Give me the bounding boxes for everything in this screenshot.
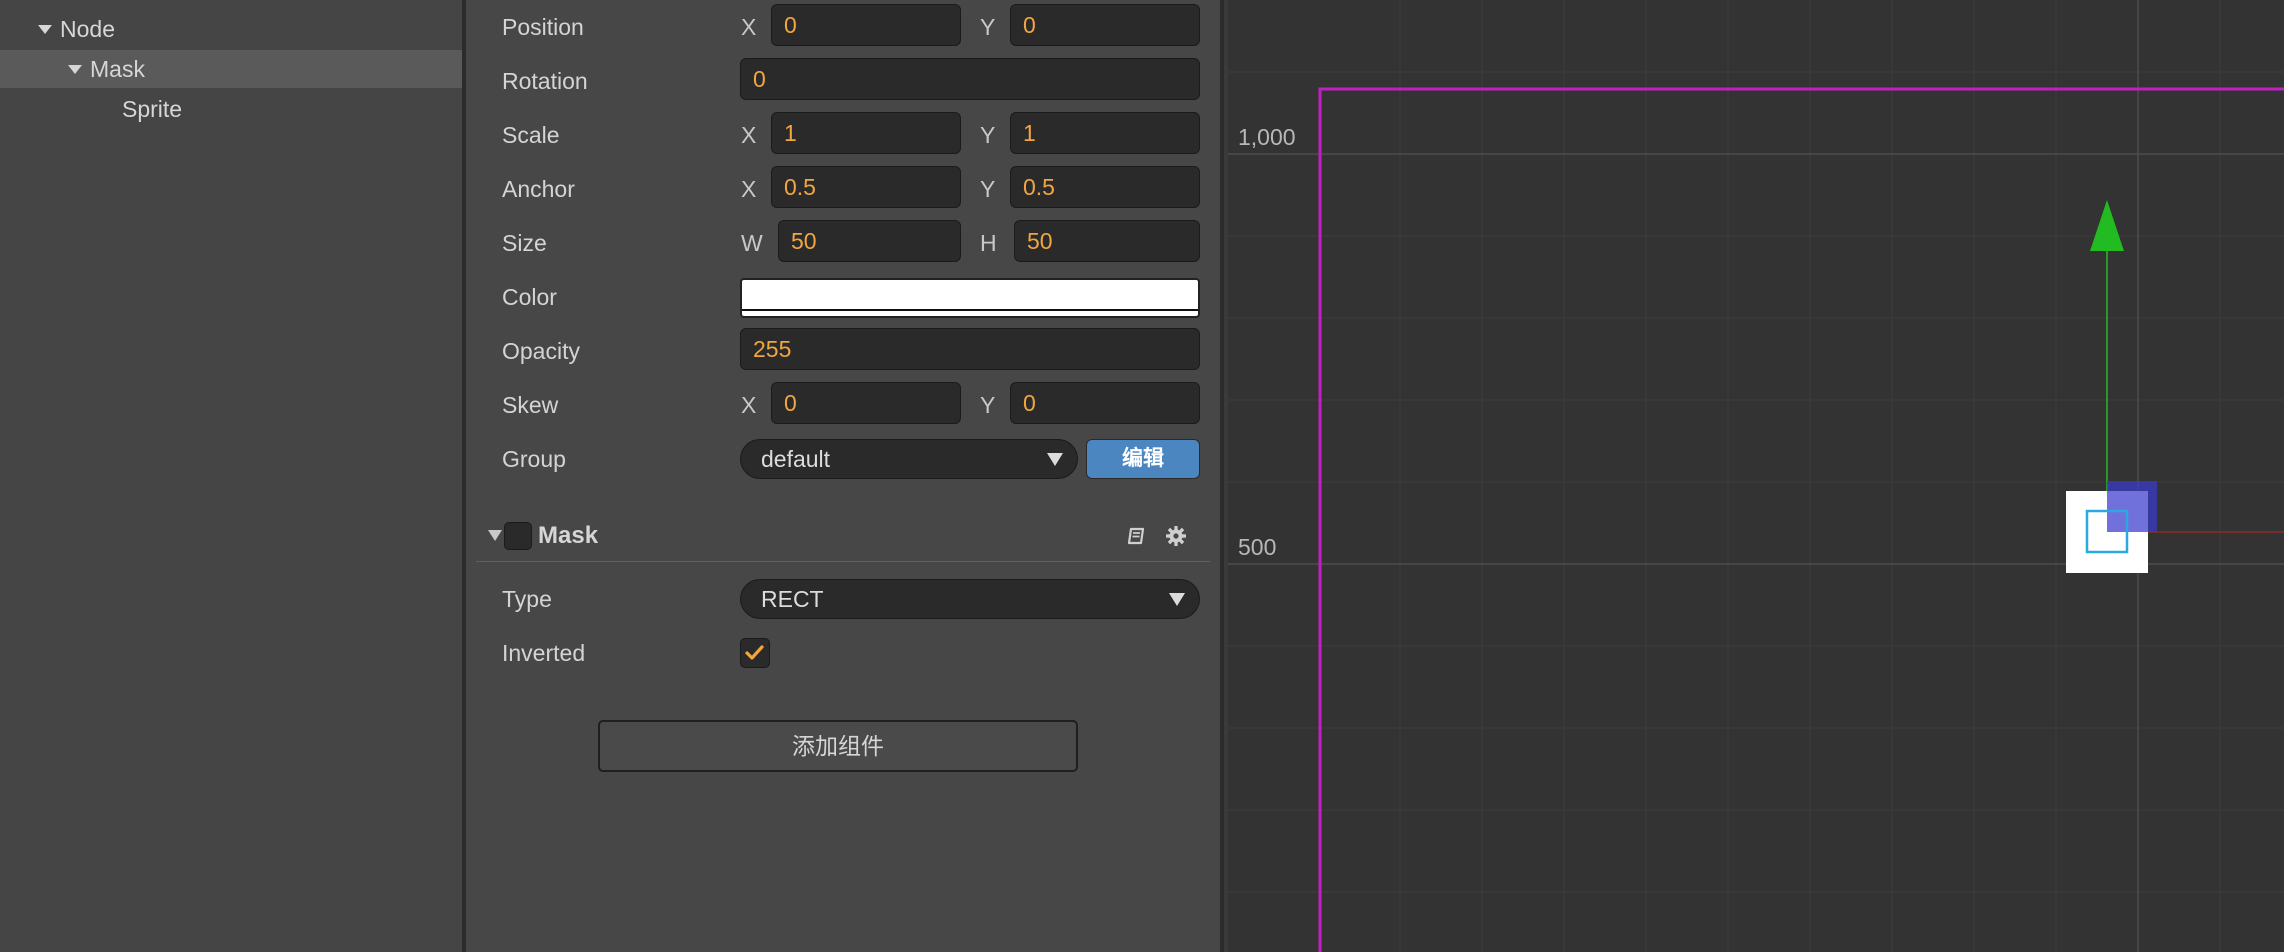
scale-gizmo-handle[interactable] <box>2107 481 2157 532</box>
size-w-field[interactable]: 50 <box>778 220 961 262</box>
opacity-row: Opacity 255 <box>466 324 1220 378</box>
add-component-button[interactable]: 添加组件 <box>598 720 1078 772</box>
ruler-label-1000: 1,000 <box>1238 124 1296 150</box>
tree-item-label: Mask <box>90 55 145 82</box>
tree-item-label: Sprite <box>122 95 183 122</box>
gear-icon[interactable] <box>1164 524 1188 548</box>
position-label: Position <box>502 14 584 40</box>
size-row: Size W 50 H 50 <box>466 216 1220 270</box>
skew-y-axis-label: Y <box>980 392 996 418</box>
scene-canvas[interactable] <box>1228 0 2284 952</box>
size-label: Size <box>502 230 547 256</box>
ruler-label-500: 500 <box>1238 534 1277 560</box>
mask-enabled-checkbox[interactable] <box>504 522 532 550</box>
scale-x-field[interactable]: 1 <box>771 112 961 154</box>
inverted-checkbox[interactable] <box>740 638 770 668</box>
group-label: Group <box>502 446 566 472</box>
anchor-row: Anchor X 0.5 Y 0.5 <box>466 162 1220 216</box>
opacity-label: Opacity <box>502 338 580 364</box>
group-row: Group default 编辑 <box>466 432 1220 486</box>
scene-grid <box>1228 0 2284 952</box>
tree-item-mask[interactable]: Mask <box>0 50 462 88</box>
expand-arrow-icon[interactable] <box>68 64 82 74</box>
group-select[interactable]: default <box>740 439 1078 479</box>
scene-major-grid <box>1228 0 2284 952</box>
anchor-y-field[interactable]: 0.5 <box>1010 166 1200 208</box>
mask-component-title: Mask <box>538 522 599 549</box>
scale-y-axis-label: Y <box>980 122 996 148</box>
tree-item-sprite[interactable]: Sprite <box>0 90 462 128</box>
hierarchy-panel: Node Mask Sprite <box>0 0 462 952</box>
inverted-label: Inverted <box>502 640 586 666</box>
mask-component-header[interactable]: Mask <box>476 510 1210 562</box>
dropdown-arrow-icon <box>1047 453 1063 466</box>
skew-x-axis-label: X <box>741 392 757 418</box>
color-label: Color <box>502 284 557 310</box>
skew-label: Skew <box>502 392 559 418</box>
position-y-axis-label: Y <box>980 14 996 40</box>
color-picker-field[interactable] <box>740 278 1200 318</box>
position-x-axis-label: X <box>741 14 757 40</box>
checkmark-icon <box>745 645 764 660</box>
tree-item-label: Node <box>60 15 115 42</box>
panel-splitter[interactable] <box>1220 0 1224 952</box>
color-row: Color <box>466 270 1220 324</box>
expand-arrow-icon[interactable] <box>38 24 52 34</box>
help-book-icon[interactable] <box>1124 524 1148 548</box>
tree-item-node[interactable]: Node <box>0 10 462 48</box>
alpha-bar <box>742 309 1198 311</box>
scale-y-field[interactable]: 1 <box>1010 112 1200 154</box>
edit-group-button[interactable]: 编辑 <box>1086 439 1200 479</box>
anchor-label: Anchor <box>502 176 575 202</box>
collapse-arrow-icon[interactable] <box>488 530 502 541</box>
mask-type-row: Type RECT <box>466 572 1220 626</box>
mask-type-label: Type <box>502 586 552 612</box>
opacity-field[interactable]: 255 <box>740 328 1200 370</box>
rotation-row: Rotation 0 <box>466 54 1220 108</box>
scene-view[interactable]: 1,000 500 <box>1228 0 2284 952</box>
skew-x-field[interactable]: 0 <box>771 382 961 424</box>
mask-type-select[interactable]: RECT <box>740 579 1200 619</box>
skew-row: Skew X 0 Y 0 <box>466 378 1220 432</box>
scale-row: Scale X 1 Y 1 <box>466 108 1220 162</box>
anchor-y-axis-label: Y <box>980 176 996 202</box>
inspector-panel: Position X 0 Y 0 Rotation 0 Scale X 1 Y … <box>466 0 1220 952</box>
scale-label: Scale <box>502 122 560 148</box>
position-x-field[interactable]: 0 <box>771 4 961 46</box>
anchor-x-field[interactable]: 0.5 <box>771 166 961 208</box>
scale-x-axis-label: X <box>741 122 757 148</box>
inverted-row: Inverted <box>466 626 1220 680</box>
rotation-label: Rotation <box>502 68 588 94</box>
position-y-field[interactable]: 0 <box>1010 4 1200 46</box>
rotation-field[interactable]: 0 <box>740 58 1200 100</box>
anchor-x-axis-label: X <box>741 176 757 202</box>
size-h-field[interactable]: 50 <box>1014 220 1200 262</box>
dropdown-arrow-icon <box>1169 593 1185 606</box>
size-h-axis-label: H <box>980 230 997 256</box>
y-axis-arrow-icon[interactable] <box>2090 200 2124 251</box>
mask-type-value: RECT <box>761 586 824 612</box>
skew-y-field[interactable]: 0 <box>1010 382 1200 424</box>
size-w-axis-label: W <box>741 230 763 256</box>
position-row: Position X 0 Y 0 <box>466 0 1220 54</box>
group-select-value: default <box>761 446 831 472</box>
